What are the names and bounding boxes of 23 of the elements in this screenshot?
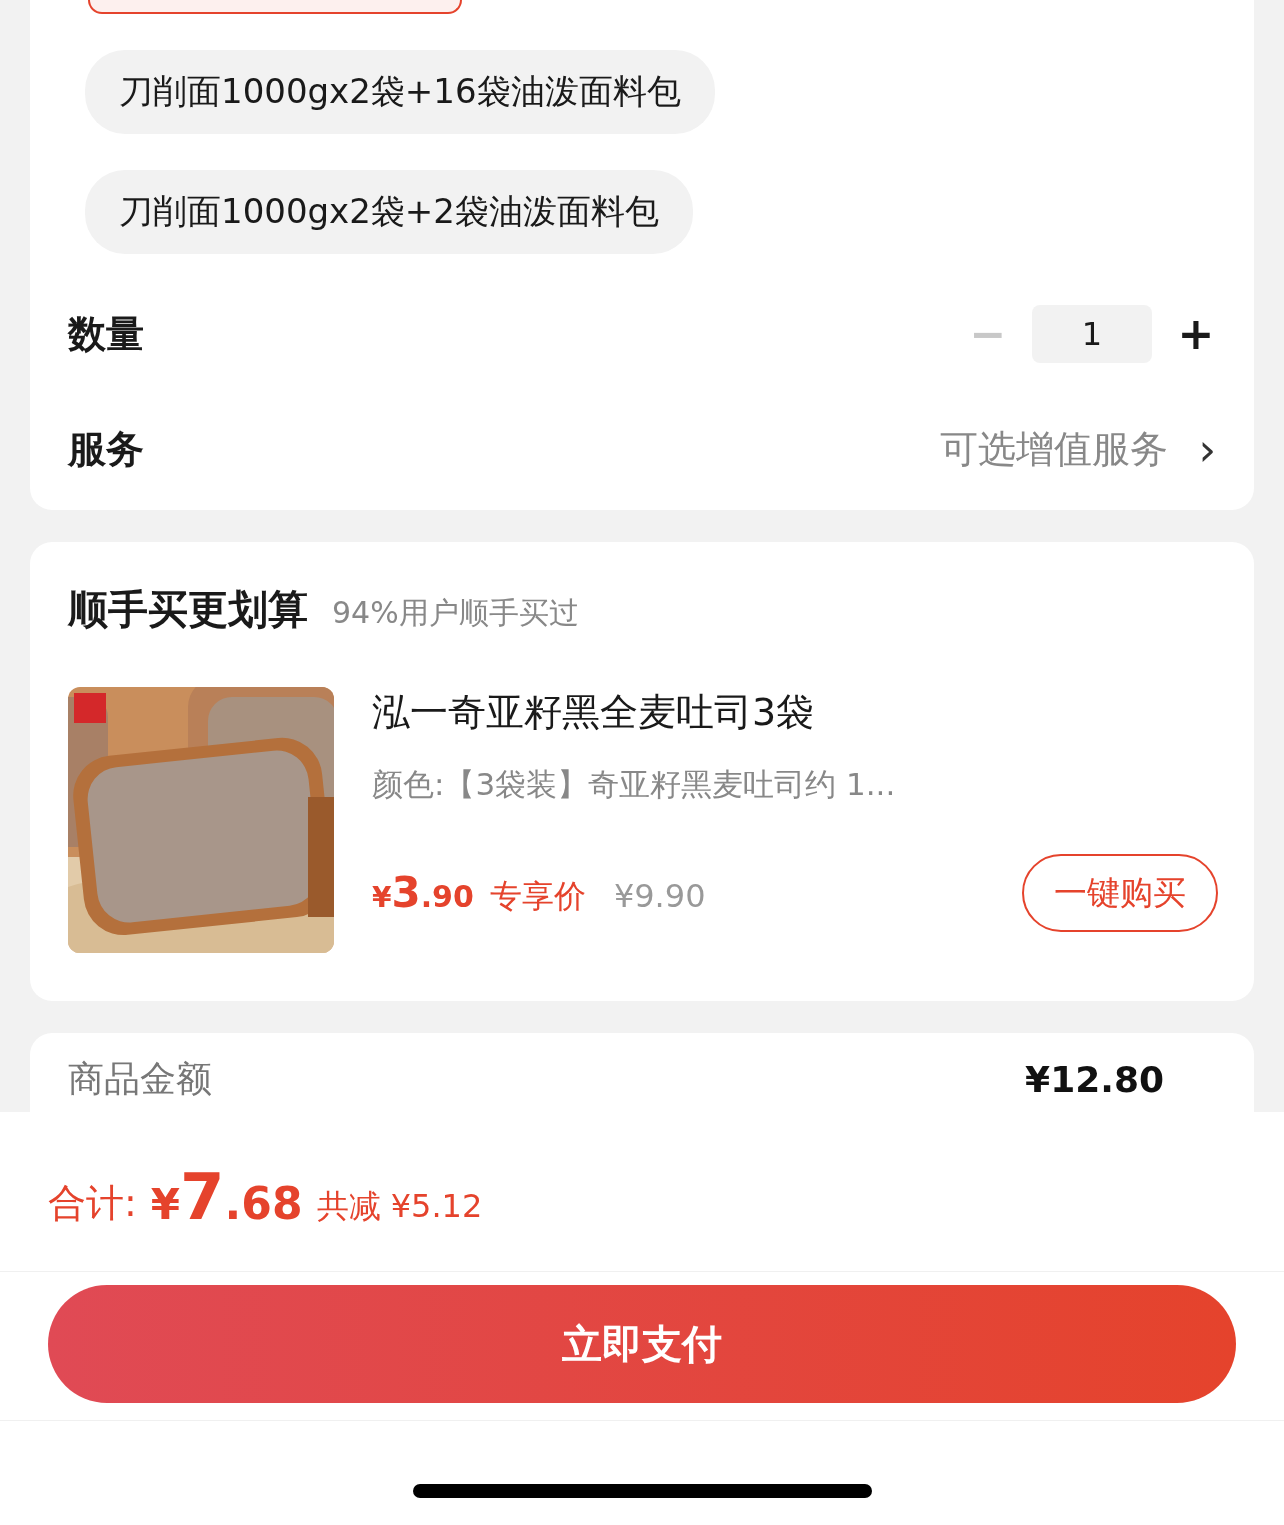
chevron[interactable]: ›: [1198, 423, 1216, 475]
buy-button[interactable]: 一键购买: [1022, 854, 1218, 932]
summary-label: 商品金额: [68, 1057, 212, 1101]
total-label: 合计:: [48, 1180, 137, 1227]
service-value[interactable]: 可选增值服务: [940, 423, 1169, 475]
product-name[interactable]: 泓一奇亚籽黑全麦吐司3袋: [372, 687, 1218, 738]
plus-button[interactable]: +: [1176, 312, 1216, 356]
section-subtitle: 94%用户顺手买过: [332, 594, 579, 632]
quantity-label: 数量: [68, 310, 144, 358]
option-chip[interactable]: 刀削面1000gx2袋+2袋油泼面料包: [85, 170, 693, 254]
pay-button[interactable]: 立即支付: [48, 1285, 1236, 1403]
service-label: 服务: [68, 425, 144, 473]
price-tag: 专享价: [489, 874, 586, 919]
original-price: ¥9.90: [613, 876, 706, 915]
total-price: ¥7.68: [150, 1169, 303, 1229]
product-spec: 颜色:【3袋装】奇亚籽黑麦吐司约 1...: [372, 765, 897, 804]
summary-value: ¥12.80: [1025, 1059, 1164, 1100]
discount-text: 共减 ¥5.12: [316, 1186, 483, 1227]
section-title: 顺手买更划算: [68, 585, 308, 634]
option-chip[interactable]: [88, 0, 462, 14]
quantity-field[interactable]: 1: [1032, 305, 1152, 363]
option-chip[interactable]: 刀削面1000gx2袋+16袋油泼面料包: [85, 50, 715, 134]
product-price: ¥3.90: [372, 867, 474, 917]
